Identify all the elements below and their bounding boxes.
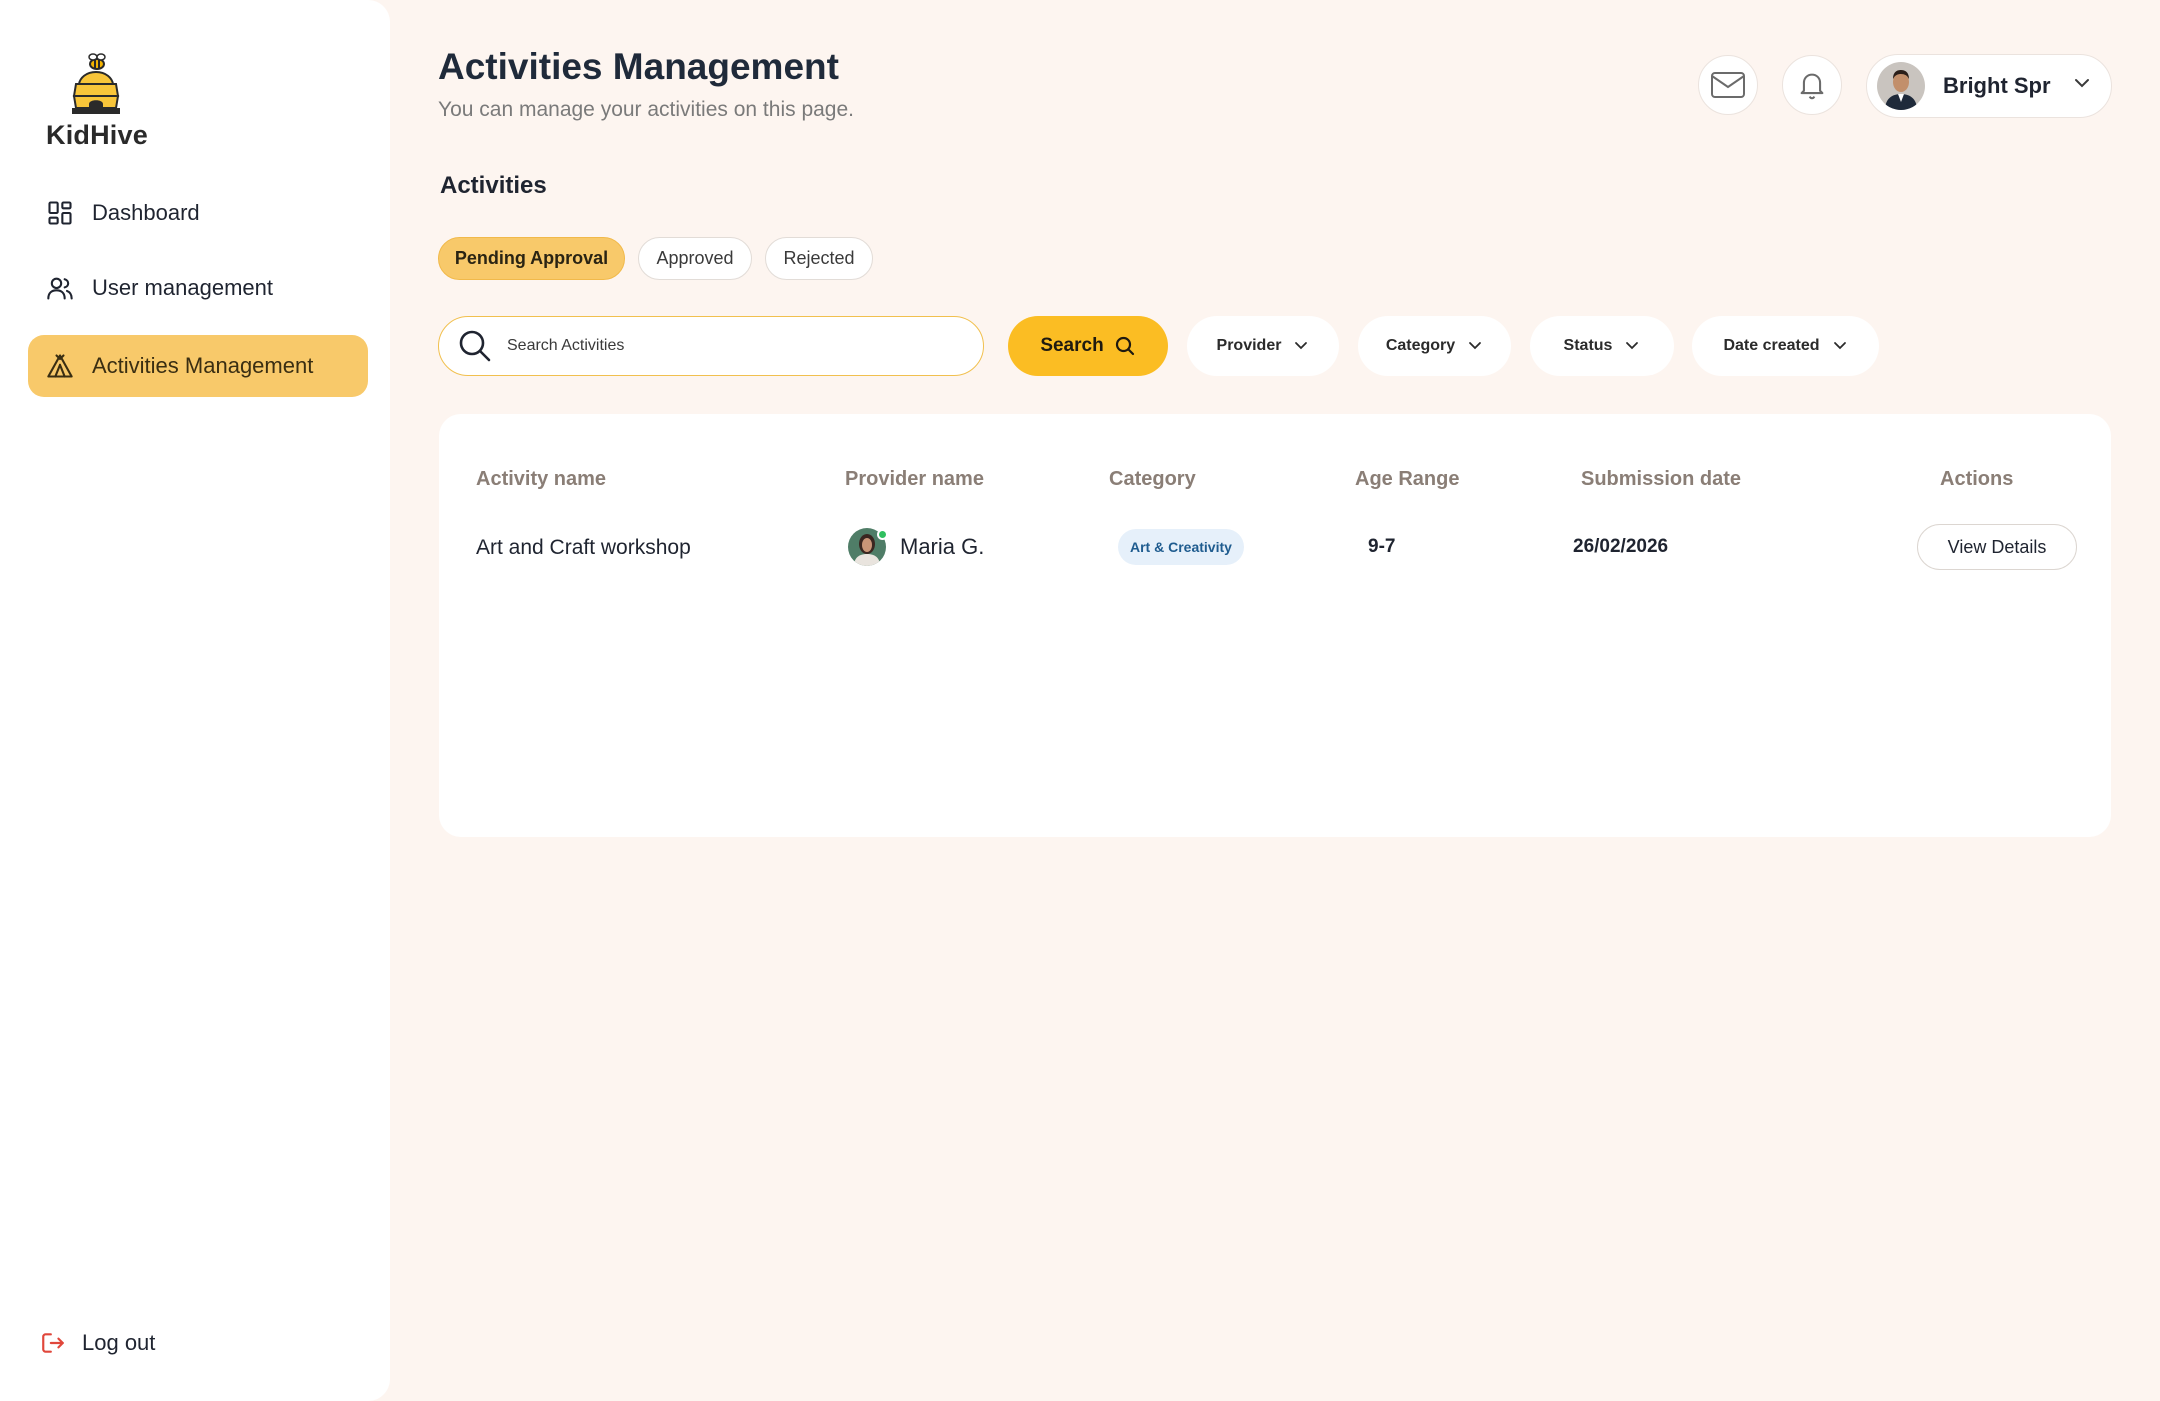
logout-button[interactable]: Log out — [40, 1330, 155, 1356]
search-icon — [459, 330, 491, 362]
search-icon — [1114, 335, 1136, 357]
view-details-button[interactable]: View Details — [1917, 524, 2077, 570]
chevron-down-icon — [1467, 341, 1483, 351]
messages-button[interactable] — [1698, 55, 1758, 115]
activities-table-card — [439, 414, 2111, 837]
search-button[interactable]: Search — [1008, 316, 1168, 376]
tent-icon — [46, 352, 74, 380]
section-title: Activities — [440, 172, 547, 199]
mail-icon — [1711, 72, 1745, 98]
chevron-down-icon — [2075, 79, 2089, 88]
sidebar-item-dashboard[interactable]: Dashboard — [28, 182, 368, 244]
logout-label: Log out — [82, 1330, 156, 1355]
cell-submission-date: 26/02/2026 — [1573, 536, 1669, 557]
column-header-category: Category — [1109, 468, 1196, 490]
sidebar-item-label: Dashboard — [92, 200, 200, 225]
cell-provider: Maria G. — [848, 528, 984, 566]
filter-status-dropdown[interactable]: Status — [1530, 316, 1674, 376]
filter-date-created-dropdown[interactable]: Date created — [1692, 316, 1879, 376]
filter-provider-dropdown[interactable]: Provider — [1187, 316, 1339, 376]
filter-label: Status — [1563, 337, 1613, 354]
sidebar-item-user-management[interactable]: User management — [28, 257, 368, 319]
filter-category-dropdown[interactable]: Category — [1358, 316, 1511, 376]
sidebar-item-activities-management[interactable]: Activities Management — [28, 335, 368, 397]
search-input[interactable] — [507, 337, 947, 355]
chevron-down-icon — [1624, 341, 1640, 351]
column-header-provider-name: Provider name — [845, 468, 984, 490]
filter-label: Category — [1385, 337, 1456, 354]
dashboard-grid-icon — [46, 199, 74, 227]
brand-name: KidHive — [46, 120, 148, 150]
chevron-down-icon — [1293, 341, 1309, 351]
sidebar-item-label: User management — [92, 275, 273, 300]
provider-avatar — [848, 528, 888, 566]
tab-approved[interactable]: Approved — [638, 237, 752, 280]
page-title: Activities Management — [438, 46, 839, 87]
search-field — [438, 316, 984, 376]
logout-icon — [40, 1330, 66, 1356]
sidebar: KidHive Dashboard User management Activi… — [0, 0, 390, 1401]
notifications-button[interactable] — [1782, 55, 1842, 115]
category-badge: Art & Creativity — [1118, 529, 1244, 565]
column-header-age-range: Age Range — [1355, 468, 1460, 490]
column-header-submission-date: Submission date — [1581, 468, 1742, 490]
beehive-icon — [72, 53, 120, 114]
cell-age-range: 9-7 — [1368, 536, 1396, 557]
filter-label: Provider — [1216, 337, 1282, 354]
online-status-dot — [877, 529, 888, 540]
kidhive-logo[interactable]: KidHive — [46, 52, 148, 151]
tab-rejected[interactable]: Rejected — [765, 237, 873, 280]
user-name: Bright Spr — [1943, 73, 2051, 98]
sidebar-item-label: Activities Management — [92, 353, 314, 378]
column-header-actions: Actions — [1940, 468, 2014, 490]
column-header-activity-name: Activity name — [476, 468, 607, 490]
search-button-label: Search — [1040, 335, 1104, 356]
avatar — [1877, 62, 1925, 110]
chevron-down-icon — [1832, 341, 1848, 351]
bell-icon — [1800, 73, 1824, 100]
cell-activity-name: Art and Craft workshop — [476, 536, 691, 559]
provider-name: Maria G. — [900, 534, 985, 559]
tab-pending-approval[interactable]: Pending Approval — [438, 237, 625, 280]
page-subtitle: You can manage your activities on this p… — [438, 98, 854, 121]
users-icon — [46, 274, 74, 302]
filter-label: Date created — [1723, 337, 1820, 354]
user-profile-menu[interactable]: Bright Spr — [1866, 54, 2112, 118]
